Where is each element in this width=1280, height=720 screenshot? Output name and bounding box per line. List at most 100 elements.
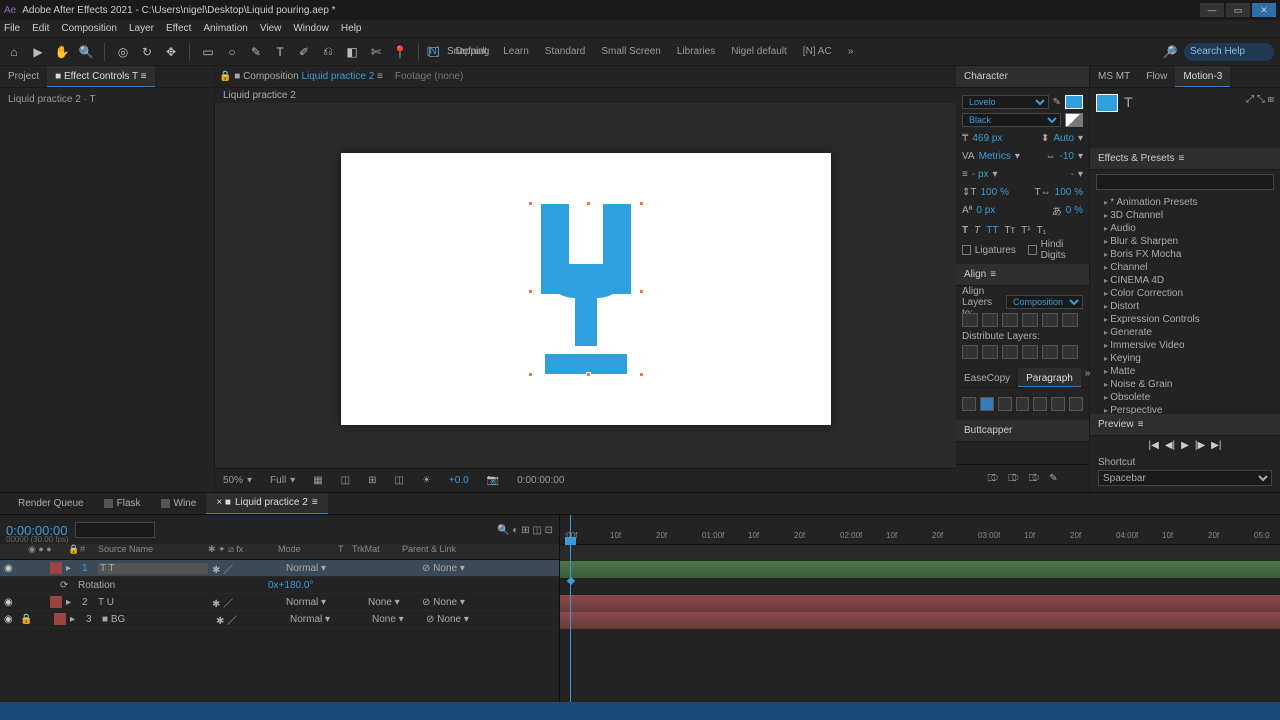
- ellipse-tool-icon[interactable]: ○: [224, 44, 240, 60]
- allcaps-button[interactable]: TT: [986, 225, 998, 236]
- font-style-select[interactable]: Black: [962, 113, 1061, 127]
- bold-button[interactable]: T: [962, 225, 968, 236]
- font-size-input[interactable]: 469 px: [972, 133, 1002, 144]
- fill-color-swatch[interactable]: [1065, 95, 1083, 109]
- next-frame-button[interactable]: |▶: [1195, 440, 1205, 451]
- text-tool-icon[interactable]: T: [272, 44, 288, 60]
- tab-wine[interactable]: Wine: [151, 493, 207, 514]
- snapshot-icon[interactable]: 📷: [487, 475, 499, 486]
- leading-input[interactable]: Auto: [1053, 133, 1074, 144]
- viewer-tab-footage[interactable]: Footage (none): [395, 71, 463, 82]
- ligatures-checkbox[interactable]: [962, 245, 971, 255]
- home-icon[interactable]: ⌂: [6, 44, 22, 60]
- subscript-button[interactable]: T₁: [1037, 225, 1046, 236]
- play-button[interactable]: ▶: [1181, 440, 1189, 451]
- dist-1[interactable]: [962, 345, 978, 359]
- roto-tool-icon[interactable]: ✄: [368, 44, 384, 60]
- para-right[interactable]: [998, 397, 1012, 411]
- italic-button[interactable]: T: [974, 225, 980, 236]
- ws-more-icon[interactable]: »: [848, 46, 854, 57]
- selection-tool-icon[interactable]: ▶: [30, 44, 46, 60]
- menu-effect[interactable]: Effect: [166, 20, 191, 37]
- ws-standard[interactable]: Standard: [545, 46, 586, 57]
- flow-icon-1[interactable]: ⎄: [987, 473, 998, 484]
- dist-5[interactable]: [1042, 345, 1058, 359]
- playhead[interactable]: [570, 515, 571, 720]
- mask-icon[interactable]: ◫: [341, 475, 350, 486]
- stroke-swatch[interactable]: [1065, 113, 1083, 127]
- layer-row-rotation[interactable]: ⟳Rotation 0x+180.0°: [0, 577, 559, 594]
- grid-icon[interactable]: ⊞: [368, 475, 376, 486]
- ws-nigel[interactable]: Nigel default: [731, 46, 787, 57]
- first-frame-button[interactable]: |◀: [1149, 440, 1159, 451]
- layer-color-chip[interactable]: [50, 562, 62, 574]
- shape-tool-icon[interactable]: ▭: [200, 44, 216, 60]
- hindi-checkbox[interactable]: [1028, 245, 1037, 255]
- para-j1[interactable]: [1016, 397, 1030, 411]
- visibility-toggle[interactable]: ◉: [4, 563, 16, 574]
- menu-layer[interactable]: Layer: [129, 20, 154, 37]
- para-j2[interactable]: [1033, 397, 1047, 411]
- effects-presets-list[interactable]: * Animation Presets3D ChannelAudioBlur &…: [1090, 194, 1280, 414]
- layer-row-2[interactable]: ◉ ▸2 T U ✱ ／ Normal ▾ None ▾ ⊘ None ▾: [0, 594, 559, 611]
- superscript-button[interactable]: T¹: [1021, 225, 1030, 236]
- motion-swatch[interactable]: [1096, 94, 1118, 112]
- dist-3[interactable]: [1002, 345, 1018, 359]
- flow-icon-2[interactable]: ⎄: [1008, 473, 1019, 484]
- menu-composition[interactable]: Composition: [61, 20, 117, 37]
- close-button[interactable]: ✕: [1252, 3, 1276, 17]
- exposure-value[interactable]: +0.0: [449, 475, 469, 486]
- search-icon[interactable]: 🔎: [1162, 44, 1178, 60]
- ws-default[interactable]: Default: [456, 46, 488, 57]
- ws-smallscreen[interactable]: Small Screen: [601, 46, 660, 57]
- timeline-tracks[interactable]: :00f 10f 20f 01:00f 10f 20f 02:00f 10f 2…: [560, 515, 1280, 720]
- menu-view[interactable]: View: [260, 20, 282, 37]
- menu-animation[interactable]: Animation: [203, 20, 247, 37]
- search-help-input[interactable]: Search Help: [1184, 43, 1274, 61]
- maximize-button[interactable]: ▭: [1226, 3, 1250, 17]
- flow-icon-3[interactable]: ⎄: [1029, 473, 1040, 484]
- para-j4[interactable]: [1069, 397, 1083, 411]
- motion-text-icon[interactable]: T: [1124, 94, 1133, 142]
- tab-effect-controls[interactable]: ■ Effect Controls T ≡: [47, 66, 154, 87]
- baseline-input[interactable]: 0 px: [976, 205, 995, 216]
- align-hcenter-button[interactable]: [982, 313, 998, 327]
- flow-icon-4[interactable]: ✎: [1049, 473, 1057, 484]
- align-top-button[interactable]: [1022, 313, 1038, 327]
- tsume-input[interactable]: 0 %: [1066, 205, 1083, 216]
- tab-paragraph[interactable]: Paragraph: [1018, 368, 1081, 387]
- comp-breadcrumb[interactable]: Liquid practice 2: [223, 90, 296, 101]
- smallcaps-button[interactable]: Tᴛ: [1004, 225, 1015, 236]
- align-right-button[interactable]: [1002, 313, 1018, 327]
- track-layer-2[interactable]: [560, 595, 1280, 612]
- viewer-time[interactable]: 0:00:00:00: [517, 475, 564, 486]
- menu-edit[interactable]: Edit: [32, 20, 49, 37]
- para-center[interactable]: [980, 397, 994, 411]
- hscale-input[interactable]: 100 %: [1055, 187, 1083, 198]
- rotate-tool-icon[interactable]: ↻: [139, 44, 155, 60]
- tab-msmt[interactable]: MS MT: [1090, 66, 1138, 87]
- effects-search-input[interactable]: [1096, 174, 1274, 190]
- exposure-icon[interactable]: ☀: [422, 475, 431, 486]
- menu-window[interactable]: Window: [293, 20, 329, 37]
- vscale-input[interactable]: 100 %: [981, 187, 1009, 198]
- viewer-tab-comp[interactable]: 🔒 ■ Composition Liquid practice 2 ≡: [219, 71, 383, 82]
- align-left-button[interactable]: [962, 313, 978, 327]
- para-left[interactable]: [962, 397, 976, 411]
- last-frame-button[interactable]: ▶|: [1211, 440, 1221, 451]
- puppet-tool-icon[interactable]: 📍: [392, 44, 408, 60]
- font-family-select[interactable]: Lovelo: [962, 95, 1049, 109]
- resolution-dropdown[interactable]: Full ▾: [270, 475, 295, 486]
- align-bottom-button[interactable]: [1062, 313, 1078, 327]
- hand-tool-icon[interactable]: ✋: [54, 44, 70, 60]
- stroke-width[interactable]: - px: [972, 169, 989, 180]
- track-layer-1[interactable]: [560, 561, 1280, 578]
- track-layer-3[interactable]: [560, 612, 1280, 629]
- ws-nac[interactable]: [N] AC: [803, 46, 832, 57]
- composition-canvas[interactable]: [341, 153, 831, 425]
- layer-row-1[interactable]: ◉ ▸1 T T ✱ ／ Normal ▾ ⊘ None ▾: [0, 560, 559, 577]
- tab-flask[interactable]: Flask: [94, 493, 151, 514]
- clone-tool-icon[interactable]: ⎌: [320, 44, 336, 60]
- ws-libraries[interactable]: Libraries: [677, 46, 715, 57]
- dist-4[interactable]: [1022, 345, 1038, 359]
